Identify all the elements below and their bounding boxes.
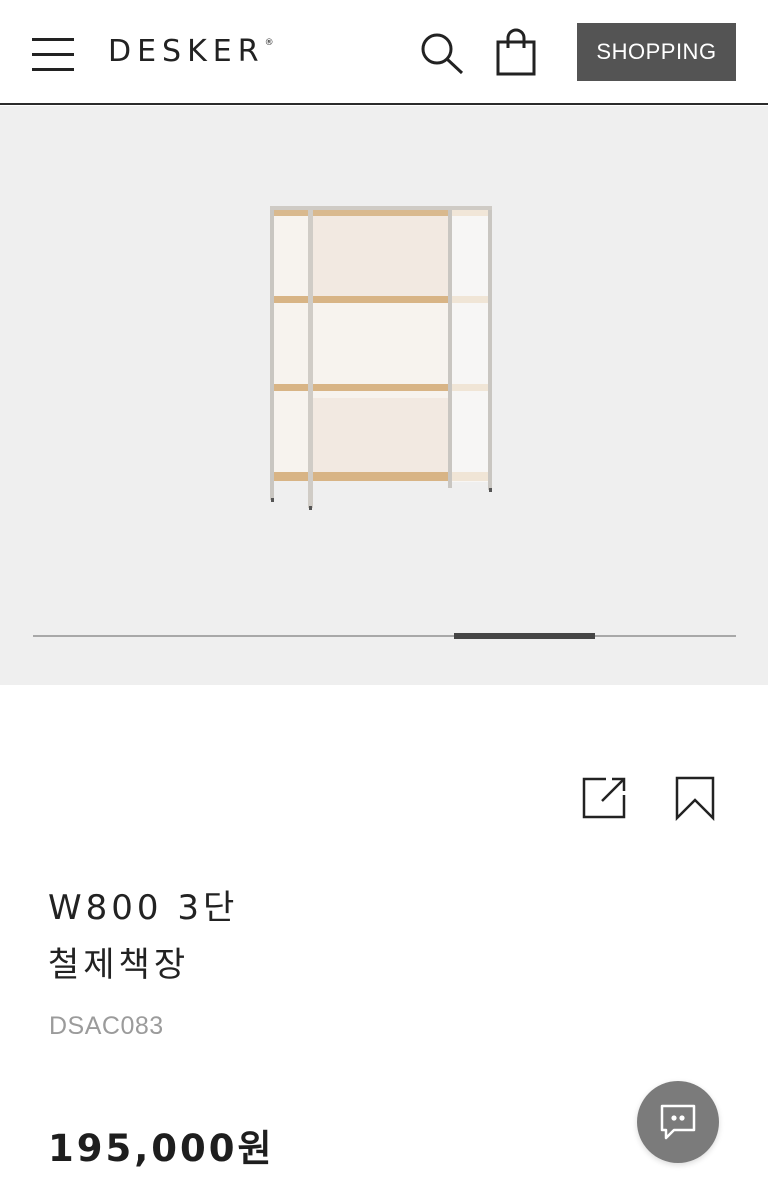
shopping-button[interactable]: SHOPPING [577, 23, 736, 81]
product-image [270, 206, 492, 510]
chat-button[interactable] [637, 1081, 719, 1163]
shopping-bag-icon [496, 28, 536, 76]
cart-button[interactable] [494, 28, 538, 78]
search-button[interactable] [418, 30, 466, 76]
bookmark-button[interactable] [674, 775, 716, 822]
brand-logo[interactable]: DESKER® [108, 34, 274, 69]
gallery-progress-thumb[interactable] [454, 633, 595, 639]
share-icon [582, 777, 626, 819]
product-code: DSAC083 [49, 1012, 164, 1040]
product-image-gallery[interactable] [0, 106, 768, 685]
menu-line-top [32, 38, 74, 41]
menu-button[interactable] [32, 36, 74, 72]
product-title: W800 3단 철제책장 [48, 880, 238, 994]
gallery-progress-track[interactable] [33, 635, 736, 637]
chat-bubble-icon [660, 1104, 696, 1140]
menu-line-bottom [32, 68, 74, 71]
share-button[interactable] [580, 775, 628, 821]
brand-logo-text: DESKER [108, 34, 265, 69]
menu-line-middle [32, 53, 74, 56]
search-icon [421, 33, 464, 75]
product-title-line2: 철제책장 [48, 945, 190, 985]
bookmark-icon [675, 776, 715, 822]
product-price: 195,000원 [48, 1127, 275, 1170]
top-header: DESKER® SHOPPING [0, 0, 768, 105]
product-title-line1: W800 3단 [48, 888, 239, 928]
registered-mark: ® [264, 38, 274, 48]
